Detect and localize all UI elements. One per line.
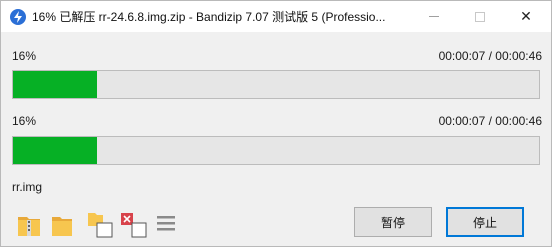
stop-button[interactable]: 停止 — [446, 207, 524, 237]
total-percent-label: 16% — [12, 114, 37, 128]
progress-percent-label: 16% — [12, 49, 37, 63]
close-button[interactable]: ✕ — [503, 1, 549, 32]
bandizip-app-icon — [10, 9, 26, 25]
total-progress-fill — [13, 137, 97, 164]
window-title: 16% 已解压 rr-24.6.8.img.zip - Bandizip 7.0… — [32, 10, 386, 24]
menu-icon[interactable] — [155, 211, 183, 239]
maximize-icon — [475, 11, 485, 22]
copy-files-icon[interactable] — [87, 211, 115, 239]
bandizip-progress-window: 16% 已解压 rr-24.6.8.img.zip - Bandizip 7.0… — [0, 0, 552, 247]
progress-time-label: 00:00:07 / 00:00:46 — [438, 49, 542, 63]
total-time-label: 00:00:07 / 00:00:46 — [438, 114, 542, 128]
file-progress-bar — [12, 70, 540, 99]
minimize-icon — [429, 16, 439, 17]
open-folder-icon[interactable] — [49, 211, 77, 239]
maximize-button[interactable] — [457, 1, 503, 32]
progress-content: 16% 00:00:07 / 00:00:46 16% 00:00:07 / 0… — [1, 32, 551, 246]
pause-button[interactable]: 暂停 — [354, 207, 432, 237]
file-progress-fill — [13, 71, 97, 98]
total-progress-bar — [12, 136, 540, 165]
close-icon: ✕ — [520, 8, 532, 24]
zip-folder-icon[interactable] — [16, 211, 44, 239]
delete-files-icon[interactable] — [120, 211, 148, 239]
current-file-name: rr.img — [12, 180, 42, 194]
title-bar[interactable]: 16% 已解压 rr-24.6.8.img.zip - Bandizip 7.0… — [1, 1, 551, 32]
minimize-button[interactable] — [411, 1, 457, 32]
